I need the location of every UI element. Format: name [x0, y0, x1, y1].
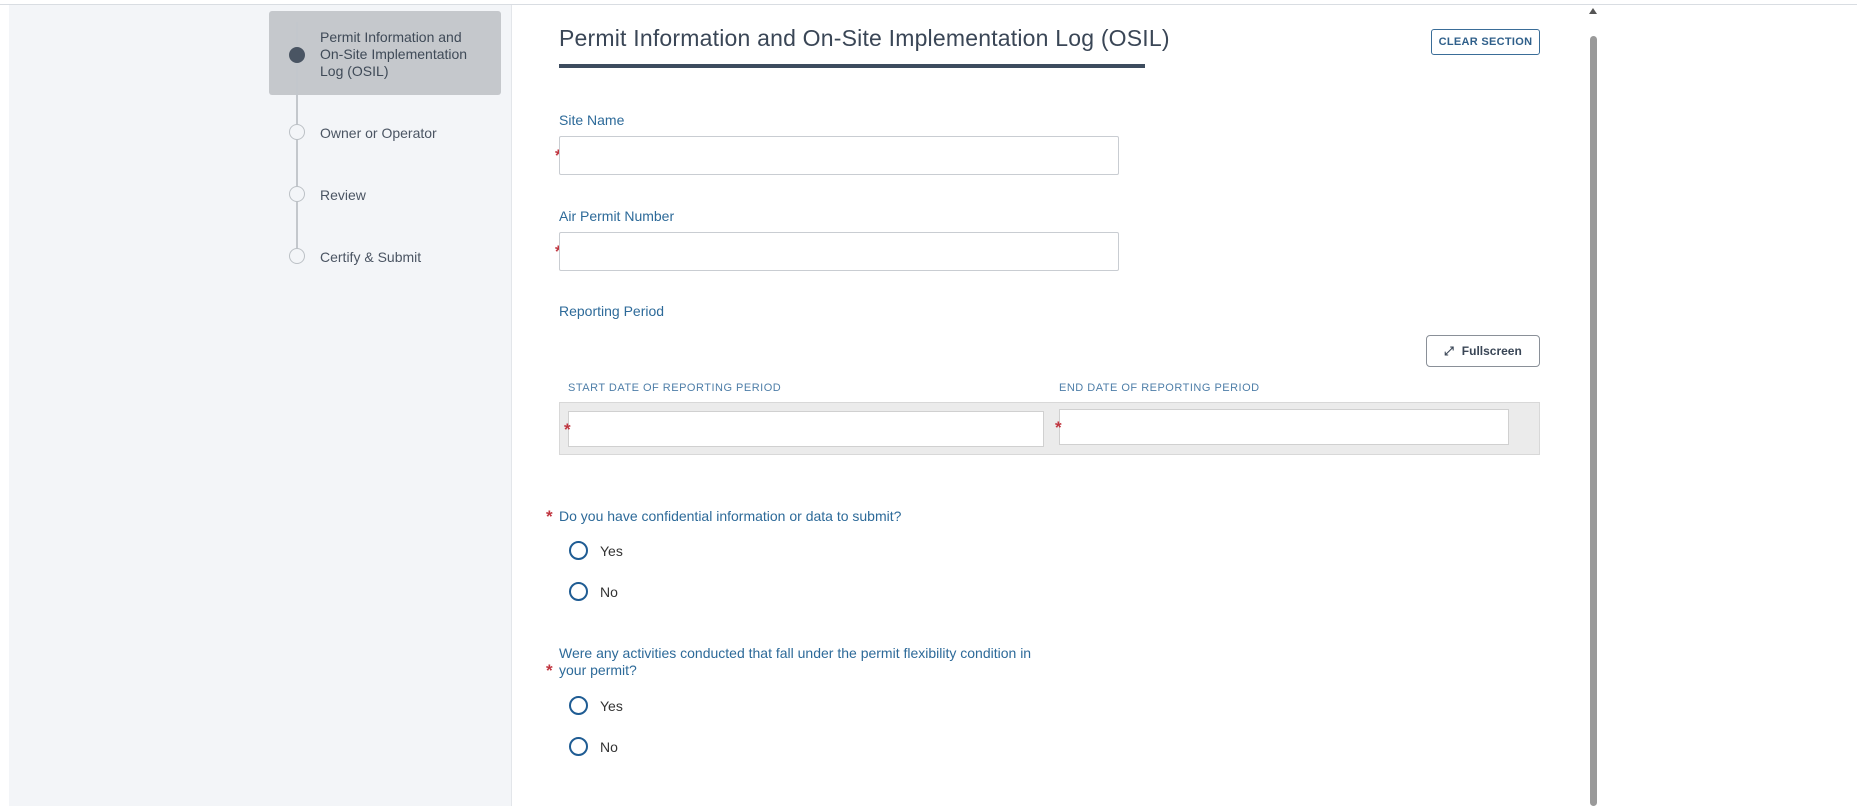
radio-button[interactable]	[569, 737, 588, 756]
end-date-input[interactable]	[1059, 409, 1509, 445]
scrollbar-thumb[interactable]	[1590, 36, 1597, 806]
fullscreen-label: Fullscreen	[1461, 344, 1522, 358]
confidential-yes-option[interactable]: Yes	[569, 541, 623, 560]
step-dot-icon	[289, 186, 305, 202]
stepper-item-label: Review	[320, 187, 366, 203]
start-date-input[interactable]	[568, 411, 1044, 447]
radio-button[interactable]	[569, 582, 588, 601]
section-title: Permit Information and On-Site Implement…	[559, 25, 1170, 51]
stepper-item-owner-or-operator[interactable]: Owner or Operator	[269, 121, 501, 147]
radio-label: Yes	[600, 542, 623, 559]
step-dot-icon	[289, 124, 305, 140]
expand-icon: ⤢	[1444, 343, 1454, 358]
radio-button[interactable]	[569, 541, 588, 560]
fullscreen-button[interactable]: ⤢ Fullscreen	[1426, 335, 1540, 367]
stepper: Permit Information and On-Site Implement…	[269, 11, 501, 271]
stepper-item-label: Permit Information and On-Site Implement…	[320, 29, 467, 80]
step-dot-icon	[289, 248, 305, 264]
end-date-column-header: END DATE OF REPORTING PERIOD	[1059, 382, 1260, 394]
air-permit-number-input[interactable]	[559, 232, 1119, 271]
radio-label: No	[600, 583, 618, 600]
stepper-item-label: Certify & Submit	[320, 249, 422, 265]
start-date-column-header: START DATE OF REPORTING PERIOD	[568, 382, 782, 394]
reporting-period-label: Reporting Period	[559, 303, 665, 319]
site-name-input[interactable]	[559, 136, 1119, 175]
radio-label: No	[600, 738, 618, 755]
title-underline	[559, 64, 1145, 68]
flexibility-yes-option[interactable]: Yes	[569, 696, 623, 715]
required-marker: *	[1055, 418, 1062, 437]
confidential-no-option[interactable]: No	[569, 582, 618, 601]
flexibility-question: Were any activities conducted that fall …	[559, 645, 1031, 679]
stepper-item-permit-information[interactable]: Permit Information and On-Site Implement…	[269, 11, 501, 95]
required-marker: *	[564, 420, 571, 439]
scroll-up-arrow-icon[interactable]	[1589, 8, 1597, 14]
flexibility-question-line: your permit?	[559, 662, 637, 678]
air-permit-number-label: Air Permit Number	[559, 208, 675, 224]
site-name-label: Site Name	[559, 112, 625, 128]
flexibility-no-option[interactable]: No	[569, 737, 618, 756]
flexibility-question-line: Were any activities conducted that fall …	[559, 645, 1032, 661]
step-current-dot-icon	[289, 47, 305, 63]
stepper-item-certify-submit[interactable]: Certify & Submit	[269, 245, 501, 271]
clear-section-button[interactable]: CLEAR SECTION	[1431, 29, 1540, 55]
stepper-item-review[interactable]: Review	[269, 183, 501, 209]
step-label-line: On-Site Implementation	[320, 46, 468, 62]
required-marker: *	[546, 507, 553, 526]
required-marker: *	[546, 661, 553, 680]
step-label-line: Log (OSIL)	[320, 63, 389, 79]
step-label-line: Permit Information and	[320, 29, 462, 45]
radio-button[interactable]	[569, 696, 588, 715]
confidential-question: Do you have confidential information or …	[559, 508, 902, 524]
stepper-item-label: Owner or Operator	[320, 125, 437, 141]
radio-label: Yes	[600, 697, 623, 714]
